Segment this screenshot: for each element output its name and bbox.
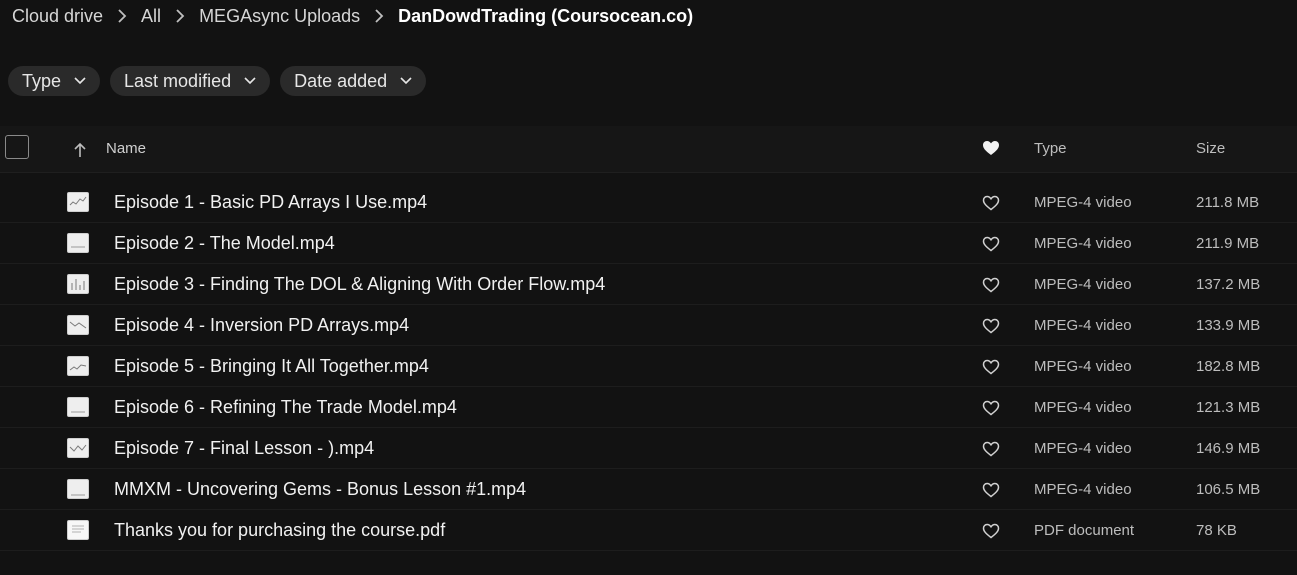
video-thumbnail-icon [67,397,89,417]
chevron-right-icon [117,9,127,23]
file-type: MPEG-4 video [1034,399,1132,416]
breadcrumb-cloud-drive[interactable]: Cloud drive [12,6,103,27]
select-all-checkbox[interactable] [5,135,29,159]
file-size: 211.9 MB [1196,235,1260,252]
chevron-right-icon [175,9,185,23]
file-name[interactable]: Episode 6 - Refining The Trade Model.mp4 [114,397,457,418]
heart-icon[interactable] [982,277,1000,293]
file-size: 211.8 MB [1196,194,1260,211]
breadcrumb-megasync-uploads[interactable]: MEGAsync Uploads [199,6,360,27]
table-row[interactable]: Episode 1 - Basic PD Arrays I Use.mp4 MP… [0,182,1297,223]
file-type: MPEG-4 video [1034,235,1132,252]
video-thumbnail-icon [67,356,89,376]
filter-last-modified-button[interactable]: Last modified [110,66,271,96]
file-name[interactable]: MMXM - Uncovering Gems - Bonus Lesson #1… [114,479,526,500]
arrow-up-icon[interactable] [73,142,87,158]
video-thumbnail-icon [67,438,89,458]
table-row[interactable]: Episode 5 - Bringing It All Together.mp4… [0,346,1297,387]
file-size: 121.3 MB [1196,399,1261,416]
file-type: MPEG-4 video [1034,440,1132,457]
column-header-size[interactable]: Size [1196,140,1225,157]
file-type: MPEG-4 video [1034,317,1132,334]
chevron-down-icon [244,77,256,85]
file-name[interactable]: Episode 4 - Inversion PD Arrays.mp4 [114,315,409,336]
heart-icon[interactable] [982,318,1000,334]
heart-filled-icon[interactable] [982,140,1000,156]
table-row[interactable]: Thanks you for purchasing the course.pdf… [0,510,1297,551]
column-header-type[interactable]: Type [1034,140,1067,157]
heart-icon[interactable] [982,236,1000,252]
file-name[interactable]: Episode 1 - Basic PD Arrays I Use.mp4 [114,192,427,213]
file-list: Episode 1 - Basic PD Arrays I Use.mp4 MP… [0,182,1297,551]
filter-date-added-label: Date added [294,70,388,91]
table-header: Name Type Size [0,126,1297,173]
table-row[interactable]: Episode 3 - Finding The DOL & Aligning W… [0,264,1297,305]
file-type: MPEG-4 video [1034,481,1132,498]
filter-type-label: Type [22,70,62,91]
video-thumbnail-icon [67,315,89,335]
video-thumbnail-icon [67,192,89,212]
file-type: MPEG-4 video [1034,194,1132,211]
file-name[interactable]: Episode 2 - The Model.mp4 [114,233,335,254]
breadcrumb-all[interactable]: All [141,6,161,27]
chevron-down-icon [400,77,412,85]
file-size: 146.9 MB [1196,440,1261,457]
chevron-down-icon [74,77,86,85]
filter-type-button[interactable]: Type [8,66,101,96]
pdf-document-icon [67,520,89,540]
table-row[interactable]: MMXM - Uncovering Gems - Bonus Lesson #1… [0,469,1297,510]
file-name[interactable]: Episode 7 - Final Lesson - ).mp4 [114,438,374,459]
file-type: MPEG-4 video [1034,358,1132,375]
file-type: MPEG-4 video [1034,276,1132,293]
table-row[interactable]: Episode 7 - Final Lesson - ).mp4 MPEG-4 … [0,428,1297,469]
table-row[interactable]: Episode 2 - The Model.mp4 MPEG-4 video 2… [0,223,1297,264]
file-type: PDF document [1034,522,1135,539]
filter-date-added-button[interactable]: Date added [280,66,427,96]
filter-bar: Type Last modified Date added [8,66,427,96]
heart-icon[interactable] [982,195,1000,211]
file-name[interactable]: Episode 5 - Bringing It All Together.mp4 [114,356,429,377]
file-name[interactable]: Thanks you for purchasing the course.pdf [114,520,445,541]
table-row[interactable]: Episode 4 - Inversion PD Arrays.mp4 MPEG… [0,305,1297,346]
heart-icon[interactable] [982,441,1000,457]
file-size: 133.9 MB [1196,317,1261,334]
file-size: 106.5 MB [1196,481,1261,498]
breadcrumb-current-folder: DanDowdTrading (Coursocean.co) [398,5,694,26]
file-name[interactable]: Episode 3 - Finding The DOL & Aligning W… [114,274,605,295]
file-size: 137.2 MB [1196,276,1261,293]
video-thumbnail-icon [67,274,89,294]
heart-icon[interactable] [982,523,1000,539]
video-thumbnail-icon [67,479,89,499]
breadcrumb: Cloud drive All MEGAsync Uploads DanDowd… [12,4,693,28]
video-thumbnail-icon [67,233,89,253]
filter-last-modified-label: Last modified [124,70,232,91]
heart-icon[interactable] [982,400,1000,416]
heart-icon[interactable] [982,359,1000,375]
file-size: 182.8 MB [1196,358,1261,375]
heart-icon[interactable] [982,482,1000,498]
column-header-name[interactable]: Name [106,140,146,157]
table-row[interactable]: Episode 6 - Refining The Trade Model.mp4… [0,387,1297,428]
chevron-right-icon [374,9,384,23]
file-size: 78 KB [1196,522,1237,539]
